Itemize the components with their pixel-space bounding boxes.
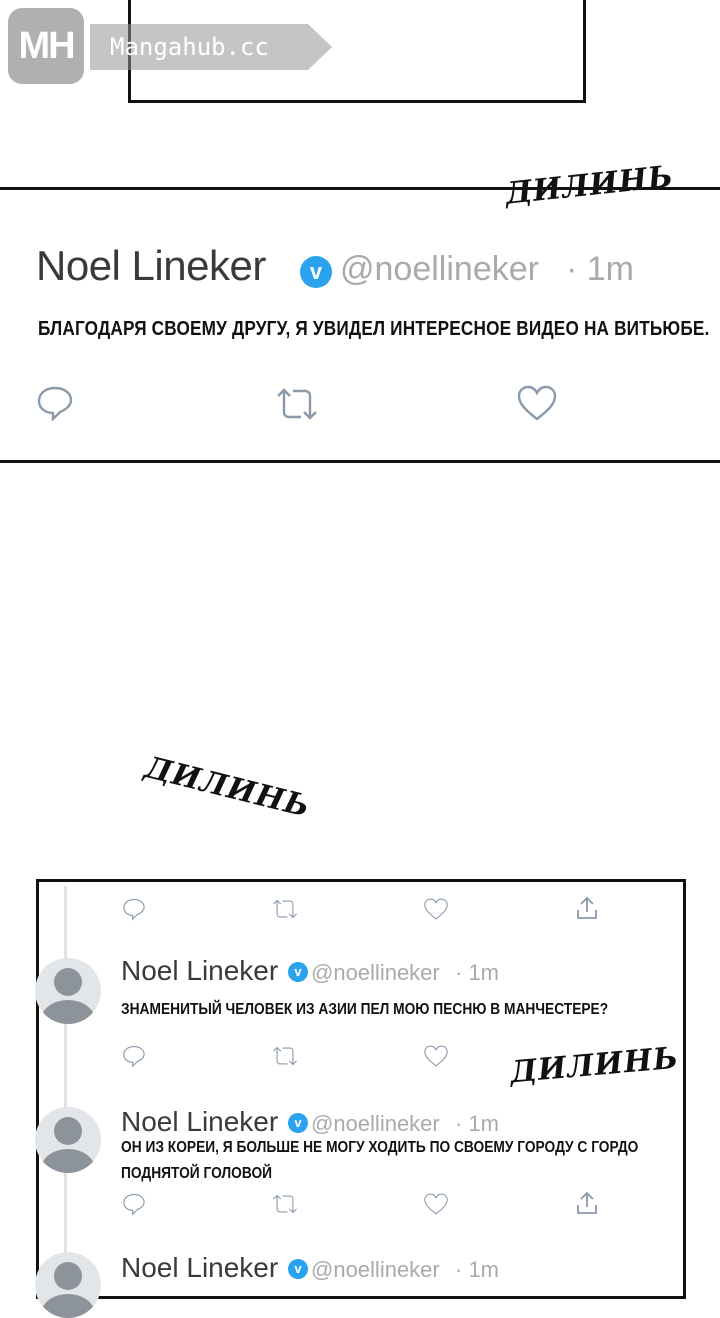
tweet-author-handle[interactable]: @noellineker	[311, 1257, 440, 1283]
sfx-ding: ДИЛИНЬ	[503, 159, 676, 212]
reply-icon[interactable]	[122, 1044, 146, 1068]
tweet-author-name[interactable]: Noel Lineker	[121, 1252, 278, 1284]
divider-bottom	[0, 460, 720, 463]
tweet-author-name[interactable]: Noel Lineker	[36, 242, 266, 290]
avatar[interactable]	[35, 1107, 101, 1173]
thread-panel-frame	[36, 879, 686, 1299]
retweet-icon[interactable]	[271, 1045, 299, 1067]
tweet-text-line: ОН ИЗ КОРЕИ, Я БОЛЬШЕ НЕ МОГУ ХОДИТЬ ПО …	[121, 1139, 639, 1156]
tweet-author-name[interactable]: Noel Lineker	[121, 955, 278, 987]
verified-badge-icon: v	[288, 962, 308, 982]
share-icon[interactable]	[575, 1190, 599, 1216]
tweet-text: ЗНАМЕНИТЫЙ ЧЕЛОВЕК ИЗ АЗИИ ПЕЛ МОЮ ПЕСНЮ…	[121, 1001, 609, 1018]
tweet-author-handle[interactable]: @noellineker	[340, 250, 539, 289]
retweet-icon[interactable]	[271, 898, 299, 920]
avatar[interactable]	[35, 1252, 101, 1318]
tweet-timestamp[interactable]: · 1m	[566, 250, 634, 289]
watermark-site-label: Mangahub.cc	[90, 24, 308, 70]
thread-connector-line	[64, 886, 67, 1283]
tweet-author-handle[interactable]: @noellineker	[311, 1111, 440, 1137]
reply-icon[interactable]	[36, 384, 74, 422]
reply-icon[interactable]	[122, 1192, 146, 1216]
divider-top	[0, 187, 720, 190]
verified-badge-icon: v	[288, 1113, 308, 1133]
retweet-icon[interactable]	[274, 386, 320, 422]
watermark-logo: MH	[8, 8, 84, 84]
tweet-author-name[interactable]: Noel Lineker	[121, 1106, 278, 1138]
avatar[interactable]	[35, 958, 101, 1024]
sfx-ding: ДИЛИНЬ	[141, 750, 314, 825]
verified-badge-icon: v	[288, 1259, 308, 1279]
reply-icon[interactable]	[122, 897, 146, 921]
tweet-timestamp[interactable]: · 1m	[455, 1111, 499, 1137]
retweet-icon[interactable]	[271, 1193, 299, 1215]
like-icon[interactable]	[423, 1044, 449, 1068]
tweet-timestamp[interactable]: · 1m	[455, 1257, 499, 1283]
tweet-author-handle[interactable]: @noellineker	[311, 960, 440, 986]
tweet-timestamp[interactable]: · 1m	[455, 960, 499, 986]
like-icon[interactable]	[516, 384, 558, 422]
tweet-text: БЛАГОДАРЯ СВОЕМУ ДРУГУ, Я УВИДЕЛ ИНТЕРЕС…	[38, 318, 710, 340]
verified-badge-icon: v	[300, 256, 332, 288]
like-icon[interactable]	[423, 1192, 449, 1216]
tweet-text-line: ПОДНЯТОЙ ГОЛОВОЙ	[121, 1165, 273, 1182]
share-icon[interactable]	[575, 895, 599, 921]
watermark-arrow	[308, 24, 332, 70]
like-icon[interactable]	[423, 897, 449, 921]
